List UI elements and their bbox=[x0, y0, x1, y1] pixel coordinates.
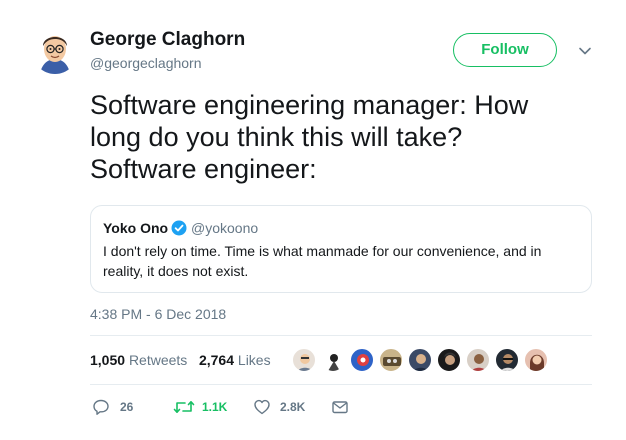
tweet-text-line: long do you think this will take? bbox=[90, 122, 463, 152]
retweets-label: Retweets bbox=[128, 352, 188, 368]
liker-avatar[interactable] bbox=[350, 348, 374, 372]
quoted-tweet-text: I don't rely on time. Time is what manma… bbox=[103, 243, 542, 279]
liker-avatar[interactable] bbox=[466, 348, 490, 372]
liker-avatar[interactable] bbox=[437, 348, 461, 372]
tweet-text-line: Software engineering manager: How bbox=[90, 90, 529, 120]
chevron-down-icon[interactable] bbox=[576, 42, 594, 60]
tweet-card: George Claghorn @georgeclaghorn Follow S… bbox=[0, 0, 626, 440]
tweet-text: Software engineering manager: How long d… bbox=[90, 89, 590, 185]
retweet-icon bbox=[173, 401, 195, 413]
like-count: 2.8K bbox=[280, 400, 306, 414]
liker-avatar[interactable] bbox=[321, 348, 345, 372]
likes-stat[interactable]: 2,764 Likes bbox=[199, 352, 271, 368]
follow-button[interactable]: Follow bbox=[453, 33, 557, 67]
liker-avatar[interactable] bbox=[495, 348, 519, 372]
retweets-count: 1,050 bbox=[90, 352, 126, 368]
like-action[interactable]: 2.8K bbox=[253, 397, 313, 417]
tweet-stats: 1,050 Retweets 2,764 Likes bbox=[90, 351, 271, 369]
tweet-timestamp[interactable]: 4:38 PM - 6 Dec 2018 bbox=[90, 306, 226, 322]
author-name[interactable]: George Claghorn bbox=[90, 28, 245, 52]
heart-icon bbox=[254, 399, 270, 415]
likes-count: 2,764 bbox=[198, 352, 235, 368]
retweet-count: 1.1K bbox=[202, 400, 228, 414]
quoted-author-name: Yoko Ono bbox=[103, 220, 169, 236]
author-avatar[interactable] bbox=[32, 28, 78, 74]
retweet-action[interactable]: 1.1K bbox=[173, 397, 233, 417]
liker-avatar[interactable] bbox=[379, 348, 403, 372]
liker-avatar[interactable] bbox=[292, 348, 316, 372]
divider bbox=[90, 335, 592, 336]
liker-avatar[interactable] bbox=[524, 348, 548, 372]
reply-icon bbox=[93, 399, 109, 415]
likes-label: Likes bbox=[237, 352, 271, 368]
author-handle[interactable]: @georgeclaghorn bbox=[90, 54, 202, 72]
retweets-stat[interactable]: 1,050 Retweets bbox=[90, 352, 187, 368]
divider bbox=[90, 384, 592, 385]
verified-badge-icon bbox=[171, 220, 187, 236]
cartoon-avatar-icon bbox=[32, 28, 78, 74]
reply-count: 26 bbox=[120, 400, 134, 414]
quoted-tweet[interactable]: Yoko Ono @yokoono I don't rely on time. … bbox=[90, 205, 592, 293]
reply-action[interactable]: 26 bbox=[92, 397, 142, 417]
envelope-icon bbox=[332, 401, 348, 414]
quoted-author-handle: @yokoono bbox=[191, 220, 259, 236]
direct-message-action[interactable] bbox=[331, 397, 351, 417]
tweet-text-line: Software engineer: bbox=[90, 154, 317, 184]
liker-avatar[interactable] bbox=[408, 348, 432, 372]
